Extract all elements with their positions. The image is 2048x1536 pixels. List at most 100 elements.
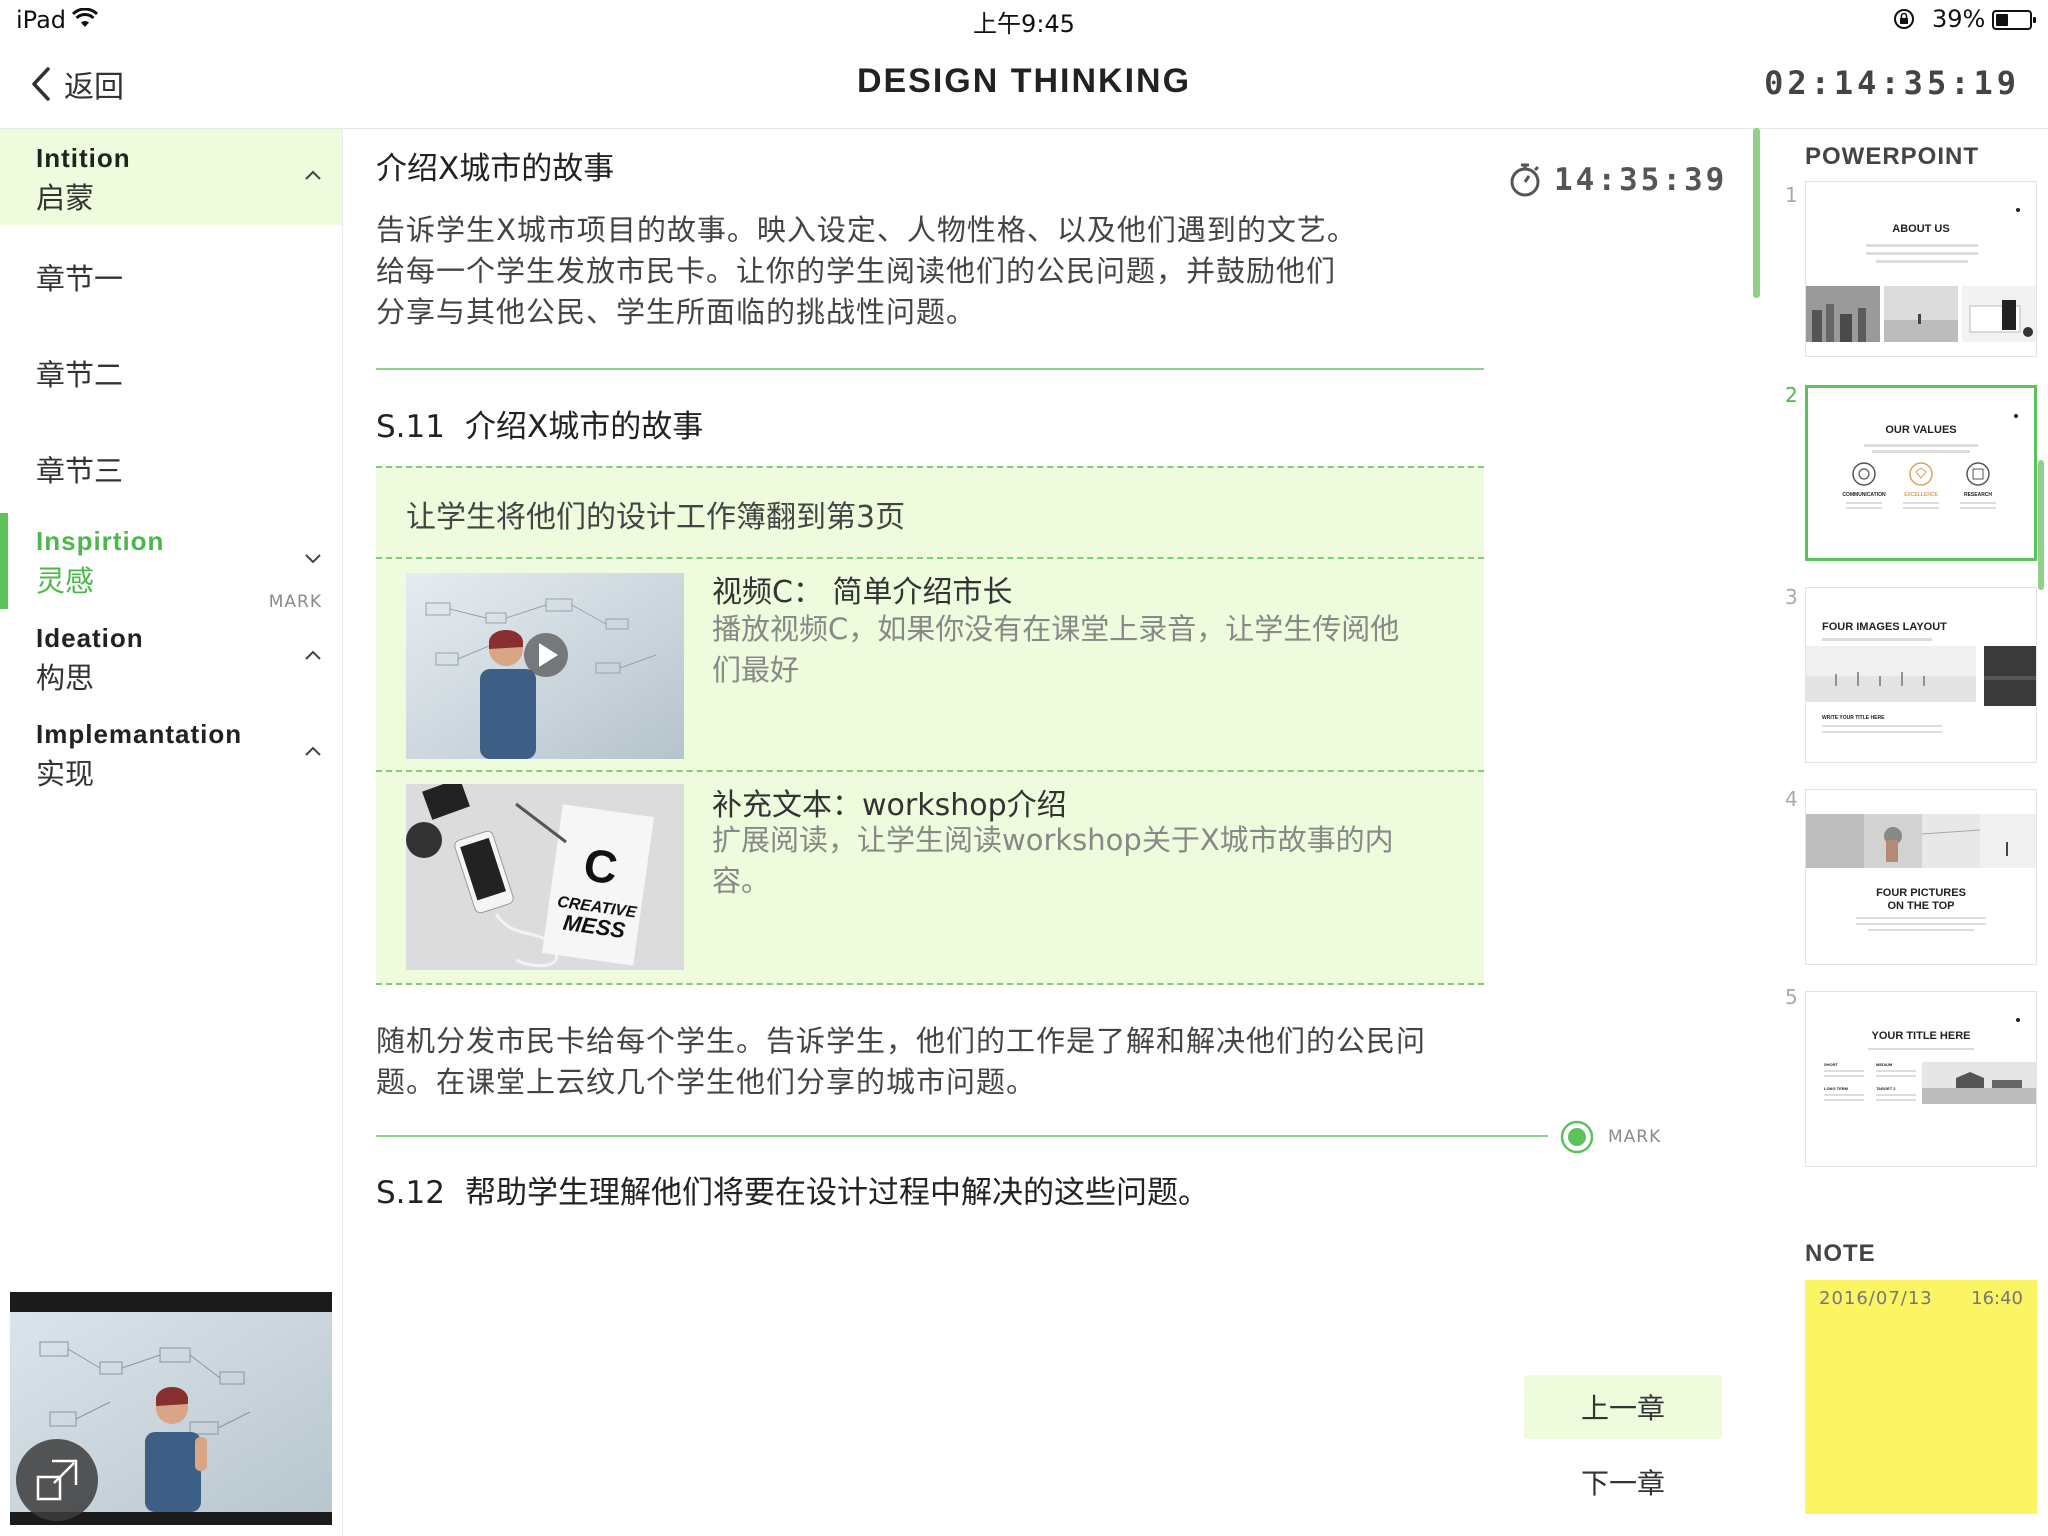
sidebar-section-ideation[interactable]: Ideation 构思	[0, 609, 342, 705]
desc-line: 扩展阅读，让学生阅读workshop关于X城市故事的内	[712, 823, 1394, 857]
battery-icon	[1992, 10, 2036, 30]
slide-title: FOUR IMAGES LAYOUT	[1822, 621, 1947, 633]
powerpoint-heading: POWERPOINT	[1805, 143, 1980, 170]
mark-label: MARK	[1608, 1127, 1662, 1147]
status-time: 上午9:45	[973, 10, 1075, 38]
slide-thumbnail-1[interactable]: ABOUT US	[1805, 181, 2037, 357]
content-scrollbar[interactable]	[1753, 128, 1760, 298]
sticky-note[interactable]: 2016/07/13 16:40	[1805, 1280, 2037, 1514]
slide-number: 1	[1785, 183, 1798, 207]
slide-title: YOUR TITLE HERE	[1871, 1030, 1971, 1042]
slide-images	[1806, 814, 2036, 868]
slide-thumbnail-4[interactable]: FOUR PICTURES ON THE TOP	[1805, 789, 2037, 965]
section-title-en: Implemantation	[36, 719, 243, 749]
divider	[376, 368, 1484, 370]
media-item-text[interactable]: C CREATIVE MESS 补充文本：workshop介绍 扩展阅读，让学生…	[376, 770, 1484, 985]
session-clock: 02:14:35:19	[1764, 64, 2020, 102]
slides-scrollbar[interactable]	[2038, 460, 2044, 590]
value-label: RESEARCH	[1964, 492, 1992, 498]
section-title-zh: 灵感	[36, 564, 95, 598]
stopwatch-icon	[1510, 163, 1540, 197]
section-title: 介绍X城市的故事	[464, 409, 704, 445]
plan-label: LONG TERM	[1824, 1086, 1849, 1091]
slide-title: FOUR PICTURES	[1876, 887, 1966, 899]
status-bar: iPad 上午9:45 39%	[0, 0, 2048, 40]
section-number: S.12	[376, 1175, 445, 1211]
lesson-title: 介绍X城市的故事	[376, 151, 615, 187]
page-title: DESIGN THINKING	[856, 62, 1192, 100]
intro-line: 给每一个学生发放市民卡。让你的学生阅读他们的公民问题，并鼓励他们	[376, 254, 1337, 288]
slide-thumbnail-3[interactable]: FOUR IMAGES LAYOUT WRITE YOUR TITLE HERE	[1805, 587, 2037, 763]
next-chapter-button[interactable]: 下一章	[1524, 1450, 1722, 1514]
divider	[376, 1135, 1548, 1137]
note-date: 2016/07/13	[1819, 1288, 1933, 1309]
radio-checked-icon	[1560, 1120, 1594, 1154]
slide-title: ABOUT US	[1892, 223, 1950, 235]
media-item-video[interactable]: 视频C： 简单介绍市长 播放视频C，如果你没有在课堂上录音，让学生传阅他 们最好	[376, 557, 1484, 771]
sidebar-section-inspirtion[interactable]: Inspirtion 灵感 MARK	[0, 513, 342, 612]
section-heading-s11: S.11 介绍X城市的故事	[376, 401, 703, 446]
desc-line: 容。	[712, 864, 771, 898]
chevron-up-icon[interactable]	[304, 169, 322, 181]
intro-line: 分享与其他公民、学生所面临的挑战性问题。	[376, 295, 977, 329]
body-paragraph: 随机分发市民卡给每个学生。告诉学生，他们的工作是了解和解决他们的公民问 题。在课…	[376, 1021, 1426, 1103]
media-description: 扩展阅读，让学生阅读workshop关于X城市故事的内 容。	[712, 820, 1462, 902]
slide-number: 5	[1785, 985, 1798, 1009]
note-heading: NOTE	[1805, 1240, 1876, 1267]
mark-toggle[interactable]: MARK	[1560, 1120, 1661, 1154]
rotation-lock-icon	[1893, 8, 1915, 34]
sidebar-section-implemantation[interactable]: Implemantation 实现	[0, 705, 342, 801]
slide-title-line2: ON THE TOP	[1887, 900, 1955, 912]
slide-content: SHORT MEDIUM LONG TERM TARGET 2	[1824, 1062, 2036, 1104]
desc-line: 播放视频C，如果你没有在课堂上录音，让学生传阅他	[712, 612, 1400, 646]
sidebar-chapter-3[interactable]: 章节三	[36, 448, 123, 490]
video-thumbnail[interactable]	[406, 573, 684, 759]
section-heading-s12: S.12 帮助学生理解他们将要在设计过程中解决的这些问题。	[376, 1167, 1209, 1212]
navigation-bar: 返回 DESIGN THINKING 02:14:35:19	[0, 40, 2048, 129]
plan-label: TARGET 2	[1876, 1086, 1896, 1091]
media-title: 补充文本：workshop介绍	[712, 788, 1067, 823]
sidebar-section-intition[interactable]: Intition 启蒙	[0, 129, 342, 225]
expand-video-button[interactable]	[16, 1439, 98, 1521]
section-title: 帮助学生理解他们将要在设计过程中解决的这些问题。	[464, 1175, 1209, 1211]
expand-icon	[36, 1459, 78, 1501]
values-icons: COMMUNICATION EXCELLENCE RESEARCH	[1842, 462, 1996, 509]
intro-paragraph: 告诉学生X城市项目的故事。映入设定、人物性格、以及他们遇到的文艺。 给每一个学生…	[376, 210, 1357, 333]
chevron-down-icon[interactable]	[304, 553, 322, 565]
para-line: 题。在课堂上云纹几个学生他们分享的城市问题。	[376, 1065, 1037, 1099]
section-title-zh: 启蒙	[36, 181, 95, 215]
slide-thumbnail-5[interactable]: YOUR TITLE HERE SHORT MEDIUM LONG TERM T…	[1805, 991, 2037, 1167]
mini-video-player[interactable]	[10, 1292, 332, 1525]
value-label: COMMUNICATION	[1842, 492, 1886, 498]
note-time: 16:40	[1971, 1288, 2023, 1309]
slide-number: 3	[1785, 585, 1798, 609]
chevron-up-icon[interactable]	[304, 649, 322, 661]
lesson-timer: 14:35:39	[1508, 162, 1727, 198]
instruction-text: 让学生将他们的设计工作簿翻到第3页	[406, 500, 906, 535]
desc-line: 们最好	[712, 653, 800, 687]
sidebar-chapter-1[interactable]: 章节一	[36, 256, 123, 298]
chevron-up-icon[interactable]	[304, 745, 322, 757]
plan-label: SHORT	[1824, 1062, 1839, 1067]
section-title-zh: 构思	[36, 661, 95, 695]
intro-line: 告诉学生X城市项目的故事。映入设定、人物性格、以及他们遇到的文艺。	[376, 213, 1357, 247]
slide-subtitle: WRITE YOUR TITLE HERE	[1822, 715, 1885, 721]
instruction-box: 让学生将他们的设计工作簿翻到第3页	[376, 466, 1484, 558]
text-thumbnail[interactable]: C CREATIVE MESS	[406, 784, 684, 970]
slide-thumbnail-2[interactable]: OUR VALUES COMMUNICATION EXCELLENCE RESE…	[1805, 385, 2037, 561]
battery-percent: 39%	[1932, 5, 1986, 33]
para-line: 随机分发市民卡给每个学生。告诉学生，他们的工作是了解和解决他们的公民问	[376, 1024, 1427, 1058]
slide-images	[1806, 286, 2036, 342]
sidebar-chapter-2[interactable]: 章节二	[36, 352, 123, 394]
slide-number: 2	[1785, 383, 1798, 407]
previous-chapter-button[interactable]: 上一章	[1524, 1375, 1722, 1439]
slide-title: OUR VALUES	[1885, 424, 1957, 436]
section-title-en: Intition	[36, 143, 131, 173]
section-title-zh: 实现	[36, 757, 95, 791]
plan-label: MEDIUM	[1876, 1062, 1893, 1067]
section-title-en: Inspirtion	[36, 526, 165, 556]
value-label: EXCELLENCE	[1904, 492, 1938, 498]
section-title-en: Ideation	[36, 623, 144, 653]
media-title: 视频C： 简单介绍市长	[712, 575, 1013, 610]
media-description: 播放视频C，如果你没有在课堂上录音，让学生传阅他 们最好	[712, 609, 1462, 691]
